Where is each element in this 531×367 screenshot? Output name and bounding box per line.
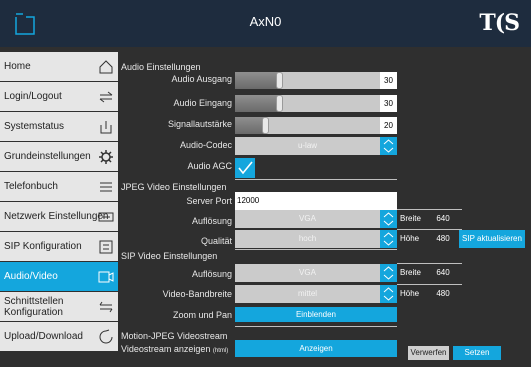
sidebar-item-label: Upload/Download xyxy=(4,331,83,342)
slider-fill xyxy=(235,72,279,89)
audio-input-slider[interactable] xyxy=(235,95,380,112)
sidebar-item-upload-download[interactable]: Upload/Download xyxy=(0,322,118,351)
sidebar-item-audio-video[interactable]: Audio/Video xyxy=(0,262,118,291)
zoom-pan-show-button[interactable]: Einblenden xyxy=(235,307,397,322)
sip-height-value: 480 xyxy=(436,289,450,298)
sidebar-item-label: Audio/Video xyxy=(4,271,58,282)
up-down-arrows-icon xyxy=(383,139,394,153)
list-icon xyxy=(100,182,112,192)
label-audio-input: Audio Eingang xyxy=(173,98,232,108)
label-jpeg-quality: Qualität xyxy=(200,236,232,246)
label-jpeg-height: Höhe xyxy=(400,234,420,243)
label-server-port: Server Port xyxy=(186,196,232,206)
audio-output-value[interactable]: 30 xyxy=(380,72,397,89)
label-zoom-pan: Zoom und Pan xyxy=(172,310,232,320)
sidebar-item-telefonbuch[interactable]: Telefonbuch xyxy=(0,172,118,201)
label-audio-codec: Audio-Codec xyxy=(179,140,232,150)
label-sip-width: Breite xyxy=(400,268,421,277)
label-signal-volume: Signallautstärke xyxy=(167,119,232,129)
sidebar-item-label: SIP Konfiguration xyxy=(4,241,82,252)
audio-input-value[interactable]: 30 xyxy=(380,95,397,112)
slider-handle[interactable] xyxy=(276,95,283,112)
header-bar: AxN0 T(S xyxy=(0,0,531,47)
audio-codec-select[interactable]: u-law xyxy=(235,137,380,155)
sidebar-item-schnittstellen[interactable]: Schnittstellen Konfiguration xyxy=(0,292,118,321)
upload-icon xyxy=(99,329,113,344)
login-icon xyxy=(99,91,113,103)
sidebar-item-label: Netzwerk Einstellungen xyxy=(4,211,109,222)
sidebar-item-systemstatus[interactable]: Systemstatus xyxy=(0,112,118,141)
server-port-field[interactable]: 12000 xyxy=(235,192,397,210)
sidebar-item-label: Home xyxy=(4,61,31,72)
video-bandwidth-select[interactable]: mittel xyxy=(235,285,380,303)
audio-output-slider[interactable] xyxy=(235,72,380,89)
gear-icon xyxy=(99,150,113,164)
label-video-bandwidth: Video-Bandbreite xyxy=(162,289,232,299)
slider-handle[interactable] xyxy=(276,72,283,89)
label-show-videostream-text: Videostream anzeigen xyxy=(121,344,211,354)
up-down-arrows-icon xyxy=(383,212,394,226)
divider xyxy=(235,326,397,327)
jpeg-height-value: 480 xyxy=(436,234,450,243)
audio-codec-spinner[interactable] xyxy=(380,137,397,155)
label-show-videostream-suffix: (html) xyxy=(212,348,229,354)
sidebar-item-home[interactable]: Home xyxy=(0,52,118,81)
jpeg-resolution-select[interactable]: VGA xyxy=(235,210,380,228)
section-title-audio: Audio Einstellungen xyxy=(121,62,201,72)
sidebar-item-grundeinstellungen[interactable]: Grundeinstellungen xyxy=(0,142,118,171)
discard-button[interactable]: Verwerfen xyxy=(408,346,449,360)
sidebar-item-label: Login/Logout xyxy=(4,91,62,102)
slider-handle[interactable] xyxy=(262,117,269,134)
video-camera-icon xyxy=(98,271,114,283)
video-bandwidth-spinner[interactable] xyxy=(380,285,397,303)
sip-icon xyxy=(99,240,113,254)
home-icon xyxy=(99,60,113,74)
sidebar-item-label: Grundeinstellungen xyxy=(4,151,91,162)
sidebar: Home Login/Logout Systemstatus Grundeins… xyxy=(0,52,118,367)
section-title-mjpeg: Motion-JPEG Videostream xyxy=(121,331,228,341)
slider-fill xyxy=(235,117,265,134)
network-icon xyxy=(98,212,114,222)
sip-update-button[interactable]: SIP aktualisieren xyxy=(459,230,525,248)
up-down-arrows-icon xyxy=(383,232,394,246)
signal-volume-slider[interactable] xyxy=(235,117,380,134)
section-title-sip-video: SIP Video Einstellungen xyxy=(121,251,218,261)
sidebar-item-netzwerk[interactable]: Netzwerk Einstellungen xyxy=(0,202,118,231)
jpeg-resolution-spinner[interactable] xyxy=(380,210,397,228)
brand-logo: T(S xyxy=(479,10,520,36)
up-down-arrows-icon xyxy=(383,287,394,301)
page-title: AxN0 xyxy=(249,14,282,29)
label-jpeg-width: Breite xyxy=(400,214,421,223)
divider xyxy=(235,249,397,250)
save-button[interactable]: Setzen xyxy=(453,346,501,360)
jpeg-width-value: 640 xyxy=(436,214,450,223)
divider xyxy=(235,179,397,180)
sip-resolution-select[interactable]: VGA xyxy=(235,264,380,282)
videostream-show-button[interactable]: Anzeigen xyxy=(235,340,397,357)
status-icon xyxy=(100,121,112,134)
audio-agc-checkbox[interactable] xyxy=(235,158,255,178)
checkmark-icon xyxy=(238,161,253,175)
section-title-jpeg: JPEG Video Einstellungen xyxy=(121,182,227,192)
label-audio-agc: Audio AGC xyxy=(187,161,232,171)
sidebar-item-login[interactable]: Login/Logout xyxy=(0,82,118,111)
sidebar-item-label: Telefonbuch xyxy=(4,181,58,192)
interface-icon xyxy=(99,301,113,313)
up-down-arrows-icon xyxy=(383,266,394,280)
jpeg-quality-select[interactable]: hoch xyxy=(235,230,380,248)
label-sip-height: Höhe xyxy=(400,289,420,298)
slider-fill xyxy=(235,95,279,112)
label-sip-resolution: Auflösung xyxy=(191,269,232,279)
signal-volume-value[interactable]: 20 xyxy=(380,117,397,134)
sidebar-item-label: Systemstatus xyxy=(4,121,65,132)
label-jpeg-resolution: Auflösung xyxy=(191,216,232,226)
jpeg-quality-spinner[interactable] xyxy=(380,230,397,248)
settings-labels-panel: Audio Einstellungen Audio Ausgang Audio … xyxy=(118,52,235,367)
label-show-videostream: Videostream anzeigen (html) xyxy=(118,344,235,354)
sip-width-value: 640 xyxy=(436,268,450,277)
sidebar-item-sip-konfiguration[interactable]: SIP Konfiguration xyxy=(0,232,118,261)
sip-resolution-spinner[interactable] xyxy=(380,264,397,282)
label-audio-output: Audio Ausgang xyxy=(171,74,232,84)
